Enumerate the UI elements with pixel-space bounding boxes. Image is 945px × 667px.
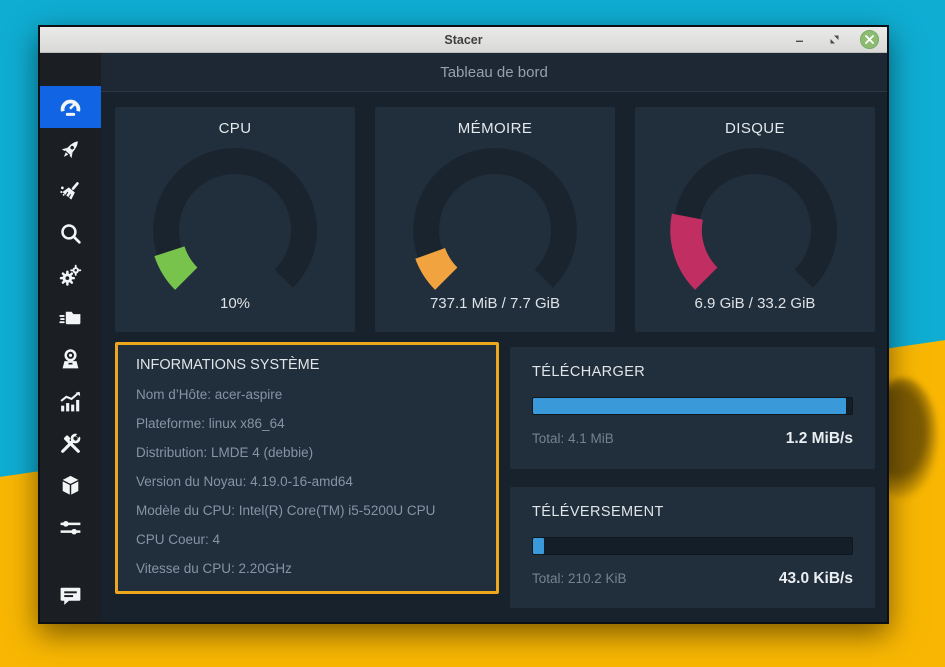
cpu-card: CPU 10% [115, 107, 355, 332]
page-title: Tableau de bord [440, 64, 548, 81]
stacer-window: Stacer – [38, 25, 889, 624]
sidebar [40, 53, 101, 622]
memory-value: 737.1 MiB / 7.7 GiB [430, 295, 560, 312]
disk-card: DISQUE 6.9 GiB / 33.2 GiB [635, 107, 875, 332]
download-speed: 1.2 MiB/s [786, 430, 853, 448]
restore-icon [829, 34, 840, 45]
sidebar-item-uninstaller[interactable] [40, 338, 101, 380]
info-kernel: Version du Noyau: 4.19.0-16-amd64 [136, 467, 478, 496]
resources-chart-icon [58, 389, 83, 414]
info-cpu-model: Modèle du CPU: Intel(R) Core(TM) i5-5200… [136, 496, 478, 525]
broom-icon [58, 179, 83, 204]
uninstaller-icon [58, 347, 83, 372]
disk-gauge [657, 139, 853, 297]
system-info-panel: INFORMATIONS SYSTÈME Nom d’Hôte: acer-as… [115, 342, 499, 594]
window-title: Stacer [444, 33, 482, 47]
restore-button[interactable] [825, 30, 844, 49]
cpu-gauge [137, 139, 333, 297]
upload-speed: 43.0 KiB/s [779, 570, 853, 588]
cpu-card-title: CPU [219, 120, 252, 137]
disk-value: 6.9 GiB / 33.2 GiB [695, 295, 816, 312]
window-titlebar[interactable]: Stacer – [40, 27, 887, 53]
upload-total: Total: 210.2 KiB [532, 571, 627, 586]
info-hostname: Nom d’Hôte: acer-aspire [136, 380, 478, 409]
system-info-title: INFORMATIONS SYSTÈME [136, 357, 478, 373]
sidebar-item-extensions[interactable] [40, 464, 101, 506]
minimize-button[interactable]: – [790, 30, 809, 49]
package-box-icon [58, 473, 83, 498]
download-progressbar [532, 397, 853, 415]
sidebar-item-startup-apps[interactable] [40, 128, 101, 170]
tools-icon [58, 431, 83, 456]
upload-progressbar [532, 537, 853, 555]
download-total: Total: 4.1 MiB [532, 431, 614, 446]
memory-card-title: MÉMOIRE [458, 120, 532, 137]
sidebar-item-dashboard[interactable] [40, 86, 101, 128]
sidebar-item-resources[interactable] [40, 380, 101, 422]
sidebar-item-system-cleaner[interactable] [40, 170, 101, 212]
sidebar-item-search[interactable] [40, 212, 101, 254]
close-icon [865, 35, 874, 44]
info-distribution: Distribution: LMDE 4 (debbie) [136, 438, 478, 467]
page-header: Tableau de bord [101, 53, 887, 92]
info-platform: Plateforme: linux x86_64 [136, 409, 478, 438]
feedback-chat-icon [58, 583, 83, 608]
search-icon [58, 221, 83, 246]
memory-card: MÉMOIRE 737.1 MiB / 7.7 GiB [375, 107, 615, 332]
gear-icon [58, 263, 83, 288]
cpu-value: 10% [220, 295, 250, 312]
settings-sliders-icon [58, 515, 83, 540]
upload-panel: TÉLÉVERSEMENT Total: 210.2 KiB 43.0 KiB/… [510, 487, 875, 608]
download-panel: TÉLÉCHARGER Total: 4.1 MiB 1.2 MiB/s [510, 347, 875, 469]
disk-card-title: DISQUE [725, 120, 785, 137]
upload-progress-fill [533, 538, 544, 554]
sidebar-item-services[interactable] [40, 254, 101, 296]
rocket-icon [58, 137, 83, 162]
sidebar-item-processes[interactable] [40, 296, 101, 338]
sidebar-item-settings[interactable] [40, 506, 101, 548]
info-cpu-speed: Vitesse du CPU: 2.20GHz [136, 554, 478, 583]
memory-gauge [397, 139, 593, 297]
sidebar-item-feedback[interactable] [40, 574, 101, 616]
sidebar-item-helpers[interactable] [40, 422, 101, 464]
processes-folder-icon [58, 305, 83, 330]
dashboard-icon [58, 95, 83, 120]
download-title: TÉLÉCHARGER [532, 364, 853, 380]
close-button[interactable] [860, 30, 879, 49]
download-progress-fill [533, 398, 846, 414]
upload-title: TÉLÉVERSEMENT [532, 504, 853, 520]
main-content: Tableau de bord CPU 10% MÉMOIRE 737.1 Mi… [101, 53, 887, 622]
info-cpu-cores: CPU Coeur: 4 [136, 525, 478, 554]
